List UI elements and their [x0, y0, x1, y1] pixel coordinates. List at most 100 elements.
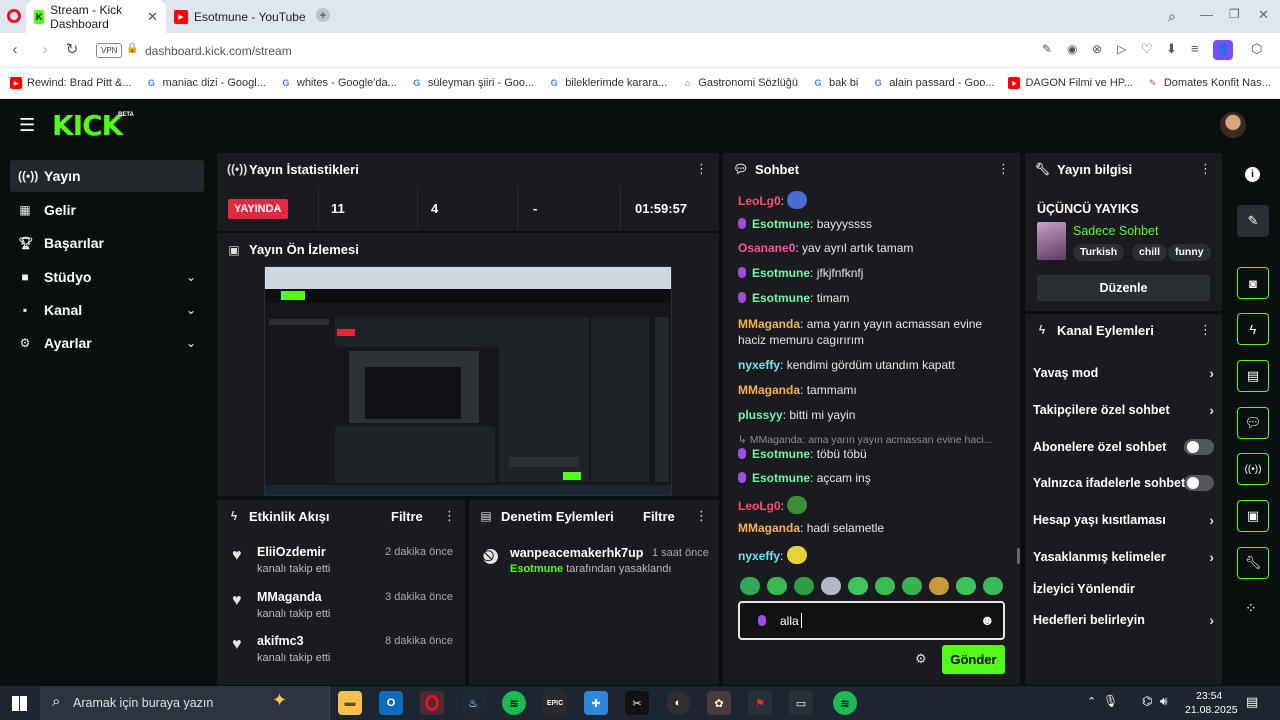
- heart-icon[interactable]: ♡: [1141, 41, 1153, 57]
- vpn-badge[interactable]: VPN: [96, 43, 123, 58]
- tab-youtube[interactable]: ▶ Esotmune - YouTube: [166, 0, 311, 33]
- outlook-icon[interactable]: O: [379, 691, 403, 715]
- emote-icon[interactable]: [767, 577, 787, 595]
- bookmark-item[interactable]: ⌂ Gastronomi Sözlüğü: [681, 77, 798, 89]
- moderation-menu-icon[interactable]: ⋮: [695, 508, 708, 524]
- menu-lines-icon[interactable]: ≡: [1191, 41, 1199, 56]
- rail-camera-button[interactable]: ◙: [1237, 267, 1269, 299]
- steam-icon[interactable]: ♨: [461, 691, 485, 715]
- tag-chip[interactable]: chill: [1132, 244, 1168, 261]
- snapshot-icon[interactable]: ◉: [1067, 42, 1077, 56]
- emote-icon[interactable]: [740, 577, 760, 595]
- widgets-icon[interactable]: ⁘: [1245, 600, 1257, 617]
- bookmark-item[interactable]: ✎ Domates Konfit Nas...: [1147, 77, 1271, 89]
- opera-taskbar-icon[interactable]: [420, 691, 444, 715]
- minimize-icon[interactable]: —: [1200, 7, 1213, 22]
- activity-user[interactable]: MMaganda: [257, 590, 322, 604]
- stats-menu-icon[interactable]: ⋮: [695, 161, 708, 177]
- action-set-goals[interactable]: Hedefleri belirleyin ›: [1033, 608, 1218, 632]
- new-tab-icon[interactable]: +: [316, 8, 330, 22]
- app-red-icon[interactable]: ⚑: [748, 691, 772, 715]
- moderator-name[interactable]: Esotmune: [510, 563, 563, 575]
- bookmark-item[interactable]: Gbak bi: [812, 77, 858, 89]
- avatar[interactable]: [1220, 112, 1246, 138]
- tray-expand-icon[interactable]: ⌃: [1087, 695, 1096, 708]
- spotify-icon[interactable]: ≋: [502, 691, 526, 715]
- bookmark-item[interactable]: ▶ DAGON Filmi ve HP...: [1008, 77, 1133, 89]
- action-banned-words[interactable]: Yasaklanmış kelimeler ›: [1033, 545, 1218, 569]
- emote-icon[interactable]: [848, 577, 868, 595]
- sidebar-item-ayarlar[interactable]: ⚙ Ayarlar ⌄: [10, 327, 204, 359]
- emote-icon[interactable]: [875, 577, 895, 595]
- rail-broadcast-button[interactable]: ((•)): [1237, 453, 1269, 485]
- chat-menu-icon[interactable]: ⋮: [997, 161, 1010, 177]
- emote-icon[interactable]: [929, 577, 949, 595]
- notifications-icon[interactable]: ▤: [1246, 694, 1258, 710]
- bookmark-item[interactable]: Gwhites - Google'da...: [280, 77, 396, 89]
- kick-logo[interactable]: KICK: [52, 109, 123, 142]
- sidebar-item-kanal[interactable]: ▪ Kanal ⌄: [10, 294, 204, 326]
- channel-actions-menu-icon[interactable]: ⋮: [1199, 322, 1212, 338]
- rail-document-button[interactable]: ▤: [1237, 360, 1269, 392]
- chat-scrollbar[interactable]: [1017, 548, 1020, 564]
- rail-preview-button[interactable]: ▣: [1237, 500, 1269, 532]
- tag-chip[interactable]: Turkish: [1073, 244, 1125, 261]
- reload-icon[interactable]: ↻: [63, 41, 81, 59]
- bookmark-item[interactable]: Gsüleyman şiiri - Goo...: [411, 77, 534, 89]
- windows-start-icon[interactable]: [12, 696, 27, 711]
- capcut-icon[interactable]: ✂: [625, 691, 649, 715]
- chat-settings-icon[interactable]: ⚙: [915, 651, 927, 667]
- adblock-icon[interactable]: ⊗: [1092, 42, 1102, 56]
- emotes-only-toggle[interactable]: [1184, 475, 1214, 491]
- chat-input[interactable]: alla ☻: [738, 601, 1005, 640]
- action-slow-mode[interactable]: Yavaş mod ›: [1033, 361, 1218, 385]
- sidebar-item-yayin[interactable]: ((•)) Yayın: [10, 160, 204, 192]
- cube-icon[interactable]: ⬡: [1251, 41, 1262, 57]
- sidebar-item-gelir[interactable]: ▦ Gelir: [10, 194, 204, 226]
- epic-games-icon[interactable]: EPIC: [543, 691, 567, 715]
- activity-user[interactable]: akifmc3: [257, 634, 304, 648]
- forward-icon[interactable]: ›: [36, 41, 54, 59]
- bookmark-item[interactable]: Gmaniac dizi - Googl...: [146, 77, 266, 89]
- hamburger-menu-icon[interactable]: ☰: [19, 115, 35, 136]
- emote-icon[interactable]: [956, 577, 976, 595]
- category-link[interactable]: Sadece Sohbet: [1073, 224, 1159, 238]
- bookmark-item[interactable]: Gbileklerimde karara...: [548, 77, 668, 89]
- back-icon[interactable]: ‹: [6, 41, 24, 59]
- subscribers-only-toggle[interactable]: [1184, 439, 1214, 455]
- emote-icon[interactable]: [821, 577, 841, 595]
- rail-activity-button[interactable]: ϟ: [1237, 313, 1269, 345]
- game-icon[interactable]: ✿: [707, 691, 731, 715]
- clock-date[interactable]: 21.08.2025: [1185, 704, 1238, 716]
- close-tab-icon[interactable]: ✕: [147, 9, 158, 25]
- opera-logo-icon[interactable]: [7, 9, 21, 23]
- activity-user[interactable]: EliiOzdemir: [257, 545, 326, 559]
- emote-icon[interactable]: [902, 577, 922, 595]
- tab-kick-dashboard[interactable]: K Stream - Kick Dashboard ✕: [26, 0, 166, 33]
- info-icon[interactable]: i: [1245, 167, 1260, 182]
- search-tabs-icon[interactable]: ⌕: [1168, 8, 1176, 25]
- notes-icon[interactable]: ▭: [789, 691, 813, 715]
- close-window-icon[interactable]: ✕: [1258, 7, 1269, 23]
- url-text[interactable]: dashboard.kick.com/stream: [145, 44, 292, 58]
- activity-menu-icon[interactable]: ⋮: [443, 508, 456, 524]
- sidebar-item-basarilar[interactable]: 🏆︎ Başarılar: [10, 227, 204, 259]
- rail-wrench-button[interactable]: 🔧︎: [1237, 547, 1269, 579]
- moderation-user[interactable]: wanpeacemakerhk7up: [510, 546, 643, 560]
- emote-icon[interactable]: [983, 577, 1003, 595]
- network-icon[interactable]: ⌬: [1142, 694, 1152, 708]
- obs-icon[interactable]: ◐: [666, 691, 690, 715]
- bookmark-item[interactable]: Galain passard - Goo...: [872, 77, 995, 89]
- send-button[interactable]: Gönder: [942, 645, 1005, 674]
- profile-icon[interactable]: 👤: [1213, 40, 1233, 60]
- sidebar-item-studyo[interactable]: ■ Stüdyo ⌄: [10, 261, 204, 293]
- edit-button[interactable]: Düzenle: [1037, 275, 1210, 301]
- action-host-viewers[interactable]: İzleyici Yönlendir: [1033, 577, 1218, 601]
- player-icon[interactable]: ▷: [1117, 42, 1126, 56]
- stream-info-menu-icon[interactable]: ⋮: [1199, 161, 1212, 177]
- taskbar-search-box[interactable]: ⌕ Aramak için buraya yazın ✦: [40, 686, 330, 720]
- spotify-active-icon[interactable]: ≋: [833, 691, 857, 715]
- emoji-icon[interactable]: ☻: [980, 612, 995, 628]
- chat-input-value[interactable]: alla: [780, 614, 799, 628]
- clock-time[interactable]: 23:54: [1196, 690, 1222, 702]
